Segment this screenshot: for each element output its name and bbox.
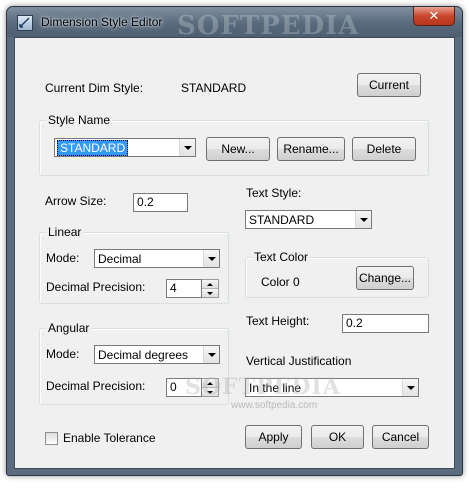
angular-precision-label: Decimal Precision: <box>46 379 146 393</box>
vertical-justification-value: In the line <box>249 380 302 395</box>
chevron-down-icon[interactable] <box>355 211 371 228</box>
footer-watermark-url: www.softpedia.com <box>231 400 318 411</box>
arrow-size-input[interactable]: 0.2 <box>133 193 188 212</box>
linear-precision-label: Decimal Precision: <box>46 280 146 294</box>
delete-style-button[interactable]: Delete <box>352 137 416 161</box>
app-icon <box>17 15 33 31</box>
angular-mode-value: Decimal degrees <box>98 347 189 362</box>
angular-group-title: Angular <box>46 321 92 335</box>
spin-down-icon[interactable] <box>202 388 218 396</box>
enable-tolerance-checkbox[interactable] <box>45 432 58 445</box>
text-color-value: Color 0 <box>261 275 300 289</box>
window-title: Dimension Style Editor <box>41 15 163 29</box>
current-button[interactable]: Current <box>357 73 421 97</box>
text-style-dropdown[interactable]: STANDARD <box>245 210 372 229</box>
linear-mode-dropdown[interactable]: Decimal <box>94 249 220 268</box>
style-name-group: Style Name STANDARD New... Rename... Del… <box>39 113 429 176</box>
angular-mode-label: Mode: <box>46 347 80 361</box>
linear-group-title: Linear <box>46 225 84 239</box>
chevron-down-icon[interactable] <box>402 379 418 396</box>
vertical-justification-label: Vertical Justification <box>246 354 352 368</box>
linear-mode-label: Mode: <box>46 251 80 265</box>
angular-precision-spinner[interactable]: 0 <box>166 378 219 397</box>
linear-group: Linear Mode: Decimal Decimal Precision: … <box>39 225 229 304</box>
close-icon: ✕ <box>428 8 440 23</box>
angular-precision-input[interactable]: 0 <box>166 378 202 397</box>
dialog-client-area: Current Dim Style: STANDARD Current Styl… <box>14 37 455 469</box>
apply-button[interactable]: Apply <box>245 425 302 449</box>
current-dim-style-label: Current Dim Style: <box>45 81 144 95</box>
spin-up-icon[interactable] <box>202 280 218 289</box>
new-style-button[interactable]: New... <box>206 137 270 161</box>
chevron-down-icon[interactable] <box>203 346 219 363</box>
vertical-justification-dropdown[interactable]: In the line <box>245 378 419 397</box>
cancel-button[interactable]: Cancel <box>372 425 429 449</box>
enable-tolerance-label[interactable]: Enable Tolerance <box>63 431 156 445</box>
dialog-window: Dimension Style Editor SOFTPEDIA ✕ Curre… <box>6 6 463 476</box>
linear-precision-spinner[interactable]: 4 <box>166 279 219 298</box>
ok-button[interactable]: OK <box>311 425 364 449</box>
linear-mode-value: Decimal <box>98 251 142 266</box>
close-button[interactable]: ✕ <box>413 7 455 26</box>
title-bar[interactable]: Dimension Style Editor SOFTPEDIA ✕ <box>7 7 462 41</box>
text-style-value: STANDARD <box>249 212 315 227</box>
style-name-group-title: Style Name <box>46 113 113 127</box>
text-style-label: Text Style: <box>246 186 302 200</box>
change-color-button[interactable]: Change... <box>356 266 414 290</box>
current-dim-style-value: STANDARD <box>181 81 247 95</box>
text-color-group-title: Text Color <box>252 250 311 264</box>
chevron-down-icon[interactable] <box>203 250 219 267</box>
angular-mode-dropdown[interactable]: Decimal degrees <box>94 345 220 364</box>
arrow-size-label: Arrow Size: <box>45 194 107 208</box>
rename-style-button[interactable]: Rename... <box>277 137 345 161</box>
spin-up-icon[interactable] <box>202 379 218 388</box>
text-height-label: Text Height: <box>246 314 310 328</box>
spin-down-icon[interactable] <box>202 289 218 297</box>
style-name-selected: STANDARD <box>57 139 129 156</box>
linear-precision-input[interactable]: 4 <box>166 279 202 298</box>
chevron-down-icon[interactable] <box>179 139 195 156</box>
text-height-input[interactable]: 0.2 <box>342 314 429 333</box>
text-color-group: Text Color Color 0 Change... <box>245 250 429 298</box>
style-name-dropdown[interactable]: STANDARD <box>54 138 196 157</box>
angular-group: Angular Mode: Decimal degrees Decimal Pr… <box>39 321 229 405</box>
